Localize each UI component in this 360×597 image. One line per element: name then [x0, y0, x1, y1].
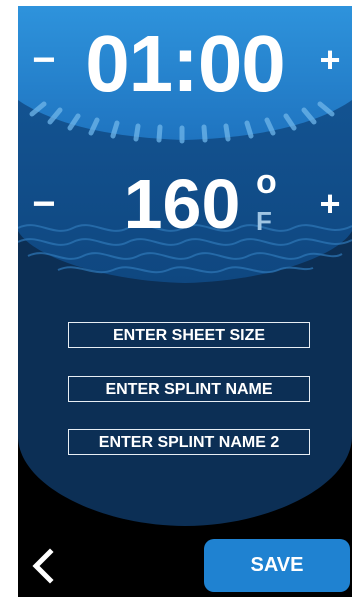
timer-decrease-button[interactable]: −	[24, 40, 64, 80]
back-button[interactable]	[28, 548, 58, 584]
temperature-decrease-button[interactable]: −	[24, 184, 64, 224]
chevron-left-icon	[32, 548, 54, 584]
splint-name-2-field[interactable]: ENTER SPLINT NAME 2	[68, 429, 310, 455]
timer-display: 01:00	[85, 19, 286, 108]
temperature-increase-button[interactable]: +	[310, 184, 350, 224]
temperature-display: 160	[123, 165, 241, 243]
save-button[interactable]: SAVE	[204, 539, 350, 592]
device-screen: − 01:00 + − 160 o F + ENTER SHEET SIZE E…	[18, 6, 352, 597]
degree-symbol: o	[256, 163, 277, 201]
temperature-unit: F	[256, 206, 272, 236]
timer-increase-button[interactable]: +	[310, 40, 350, 80]
sheet-size-field[interactable]: ENTER SHEET SIZE	[68, 322, 310, 348]
splint-name-field[interactable]: ENTER SPLINT NAME	[68, 376, 310, 402]
